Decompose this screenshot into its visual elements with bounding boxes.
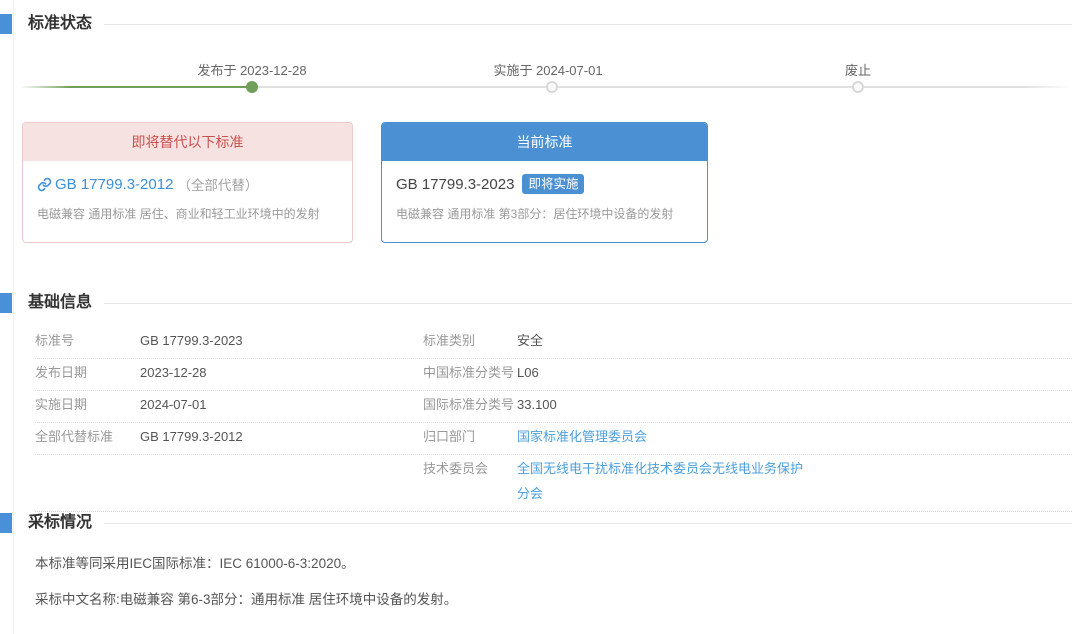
table-row: 标准号 GB 17799.3-2023 标准类别 安全 xyxy=(35,327,1072,359)
table-row: 实施日期 2024-07-01 国际标准分类号 33.100 xyxy=(35,391,1072,423)
timeline-line-todo xyxy=(252,86,1072,88)
field-label: 归口部门 xyxy=(423,429,476,444)
field-label: 实施日期 xyxy=(35,397,88,412)
heading-rule xyxy=(104,23,1072,25)
timeline-dot-abolished xyxy=(852,81,864,93)
status-section-title: 标准状态 xyxy=(28,15,93,32)
field-label: 全部代替标准 xyxy=(35,429,114,444)
basic-info-section-heading: 基础信息 xyxy=(0,293,1072,313)
adoption-section-title: 采标情况 xyxy=(28,514,93,531)
current-standard-name: 电磁兼容 通用标准 第3部分：居住环境中设备的发射 xyxy=(396,207,674,221)
heading-rule xyxy=(104,302,1072,304)
heading-accent-bar xyxy=(0,513,12,533)
field-value: 安全 xyxy=(517,333,544,348)
field-value: 2023-12-28 xyxy=(140,365,207,380)
heading-accent-bar xyxy=(0,293,12,313)
adoption-statement: 本标准等同采用IEC国际标准：IEC 61000-6-3:2020。 xyxy=(35,556,355,571)
technical-committee-link[interactable]: 全国无线电干扰标准化技术委员会无线电业务保护分会 xyxy=(517,461,803,501)
replace-type-note: （全部代替） xyxy=(177,178,259,193)
status-badge: 即将实施 xyxy=(522,174,585,194)
heading-accent-bar xyxy=(0,14,12,34)
field-label: 发布日期 xyxy=(35,365,88,380)
basic-info-section-title: 基础信息 xyxy=(28,294,93,311)
current-standard-card: 当前标准 GB 17799.3-2023 即将实施 电磁兼容 通用标准 第3部分… xyxy=(381,122,708,243)
field-label: 中国标准分类号 xyxy=(423,365,515,380)
timeline-label-abolished: 废止 xyxy=(844,63,872,78)
field-value: L06 xyxy=(517,365,539,380)
adoption-section-heading: 采标情况 xyxy=(0,513,1072,533)
table-row: 发布日期 2023-12-28 中国标准分类号 L06 xyxy=(35,359,1072,391)
adoption-chinese-name: 采标中文名称:电磁兼容 第6-3部分：通用标准 居住环境中设备的发射。 xyxy=(35,592,458,607)
timeline-line-done xyxy=(20,86,252,88)
basic-info-table: 标准号 GB 17799.3-2023 标准类别 安全 发布日期 2023-12… xyxy=(35,327,1072,512)
field-label: 技术委员会 xyxy=(423,461,489,476)
heading-rule xyxy=(104,522,1072,524)
field-value: 33.100 xyxy=(517,397,557,412)
timeline-dot-implemented xyxy=(546,81,558,93)
standard-detail-page: 标准状态 发布于 2023-12-28 实施于 2024-07-01 废止 即将… xyxy=(0,0,1080,634)
competent-department-link[interactable]: 国家标准化管理委员会 xyxy=(517,429,647,444)
status-section-heading: 标准状态 xyxy=(0,14,1072,34)
field-value: GB 17799.3-2023 xyxy=(140,333,243,348)
field-value: GB 17799.3-2012 xyxy=(140,429,243,444)
timeline-label-published: 发布于 2023-12-28 xyxy=(197,63,307,78)
timeline-label-implemented: 实施于 2024-07-01 xyxy=(493,63,603,78)
field-label: 国际标准分类号 xyxy=(423,397,515,412)
replaced-card-header: 即将替代以下标准 xyxy=(23,123,352,161)
table-row: 全部代替标准 GB 17799.3-2012 归口部门 国家标准化管理委员会 xyxy=(35,423,1072,455)
replaced-standard-card: 即将替代以下标准 GB 17799.3-2012 （全部代替） 电磁兼容 通用标… xyxy=(22,122,353,243)
status-timeline: 发布于 2023-12-28 实施于 2024-07-01 废止 xyxy=(0,58,1080,106)
current-standard-number: GB 17799.3-2023 xyxy=(396,175,515,193)
field-label: 标准类别 xyxy=(423,333,476,348)
link-icon xyxy=(37,177,52,192)
current-card-header: 当前标准 xyxy=(382,123,707,161)
replaced-standard-link[interactable]: GB 17799.3-2012 xyxy=(55,176,173,193)
replaced-standard-name: 电磁兼容 通用标准 居住、商业和轻工业环境中的发射 xyxy=(37,207,320,221)
field-value: 2024-07-01 xyxy=(140,397,207,412)
table-row: 技术委员会 全国无线电干扰标准化技术委员会无线电业务保护分会 xyxy=(35,455,1072,512)
timeline-dot-published xyxy=(246,81,258,93)
field-label: 标准号 xyxy=(35,333,75,348)
